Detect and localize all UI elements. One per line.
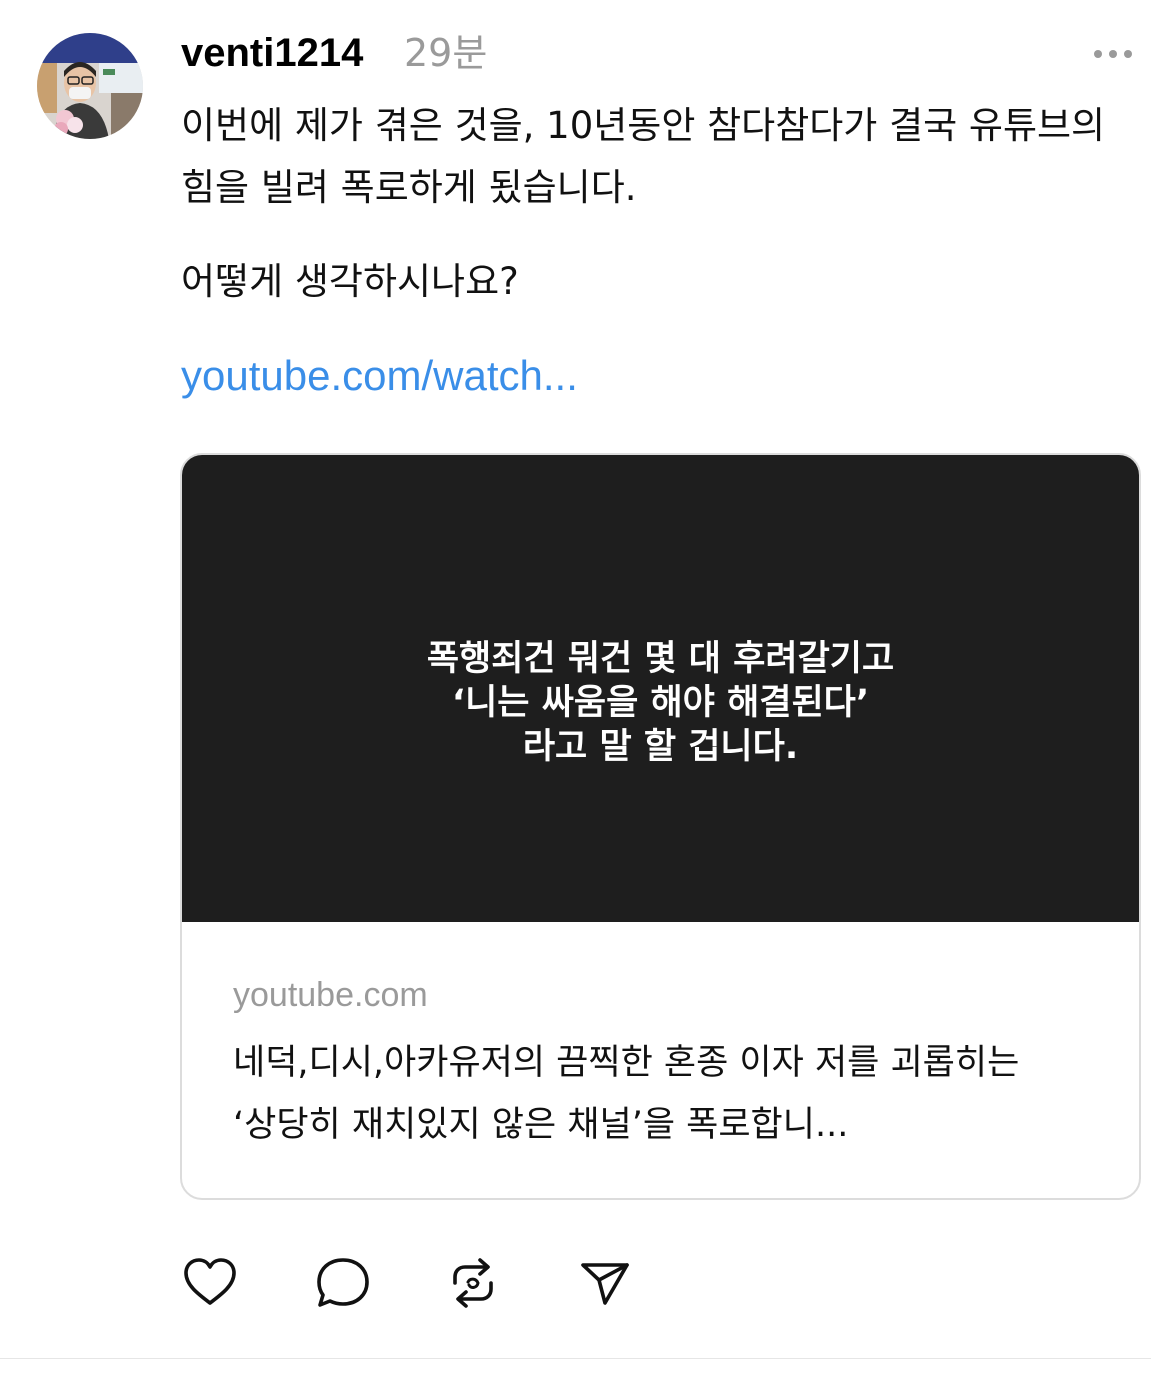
post-text-paragraph: 이번에 제가 겪은 것을, 10년동안 참다참다가 결국 유튜브의 힘을 빌려 … (181, 104, 1106, 209)
action-bar (0, 1253, 1151, 1313)
post-divider (0, 1358, 1151, 1359)
card-domain: youtube.com (233, 976, 428, 1014)
avatar[interactable] (37, 33, 143, 139)
post-link[interactable]: youtube.com/watch... (181, 345, 578, 407)
more-icon (1094, 50, 1132, 58)
post-text-paragraph: 어떻게 생각하시나요? (181, 260, 519, 303)
username[interactable]: venti1214 (181, 28, 363, 78)
heart-icon (184, 1258, 236, 1305)
post-timestamp: 29분 (404, 31, 488, 75)
thumbnail-caption: 폭행죄건 뭐건 몇 대 후려갈기고 ‘니는 싸움을 해야 해결된다’ 라고 말 … (182, 637, 1139, 769)
share-button[interactable] (575, 1253, 635, 1313)
card-title: 네덕,디시,아카유저의 끔찍한 혼종 이자 저를 괴롭히는 ‘상당히 재치있지 … (233, 1043, 1020, 1145)
video-thumbnail: 폭행죄건 뭐건 몇 대 후려갈기고 ‘니는 싸움을 해야 해결된다’ 라고 말 … (182, 455, 1139, 922)
comment-icon (317, 1258, 369, 1307)
repost-icon (453, 1258, 493, 1308)
link-preview-card[interactable]: 폭행죄건 뭐건 몇 대 후려갈기고 ‘니는 싸움을 해야 해결된다’ 라고 말 … (180, 453, 1141, 1200)
comment-button[interactable] (313, 1253, 373, 1313)
thumbnail-caption-line: 폭행죄건 뭐건 몇 대 후려갈기고 (426, 639, 895, 679)
repost-button[interactable] (443, 1253, 503, 1313)
share-icon (581, 1263, 629, 1305)
thumbnail-caption-line: ‘니는 싸움을 해야 해결된다’ (451, 683, 870, 723)
like-button[interactable] (180, 1253, 240, 1313)
thumbnail-caption-line: 라고 말 할 겁니다. (522, 727, 799, 767)
avatar-photo (37, 33, 143, 139)
more-options-button[interactable] (1088, 40, 1140, 68)
